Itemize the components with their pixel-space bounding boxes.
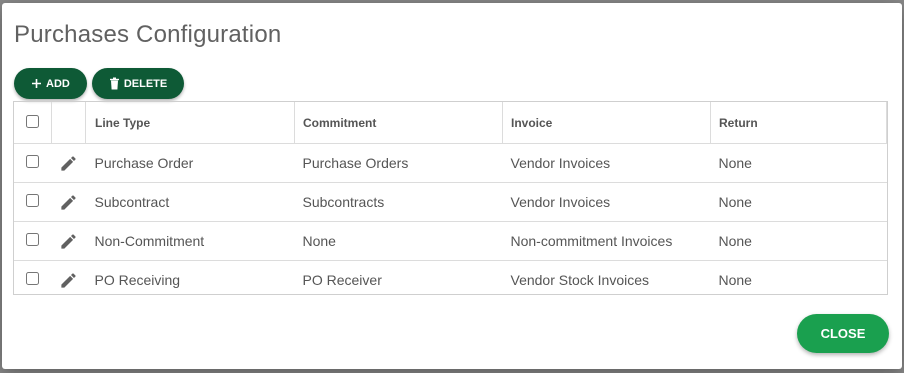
pencil-icon[interactable] (59, 154, 78, 173)
column-header-commitment[interactable]: Commitment (294, 102, 503, 144)
column-header-invoice[interactable]: Invoice (502, 102, 711, 144)
row-checkbox[interactable] (26, 194, 40, 207)
row-edit-cell (51, 143, 86, 183)
row-edit-cell (51, 182, 86, 222)
row-edit-cell (52, 261, 86, 300)
delete-button-label: DELETE (123, 77, 168, 90)
toolbar: ADD DELETE (14, 68, 185, 99)
pencil-icon[interactable] (59, 271, 78, 290)
purchases-configuration-dialog: Purchases Configuration ADD DELETE Line … (2, 3, 902, 369)
line-types-table: Line Type Commitment Invoice Return Purc… (14, 102, 887, 299)
add-button[interactable]: ADD (14, 68, 87, 99)
add-button-label: ADD (46, 77, 70, 90)
cell-line-type: PO Receiving (94, 272, 181, 288)
table-row: PO Receiving PO Receiver Vendor Stock In… (14, 261, 887, 300)
cell-return: None (710, 143, 887, 183)
row-edit-cell (51, 221, 86, 261)
edit-column-header (51, 102, 86, 144)
close-button[interactable]: CLOSE (797, 314, 889, 353)
cell-return: None (710, 221, 887, 261)
pencil-icon[interactable] (59, 232, 78, 251)
select-all-cell (14, 102, 52, 144)
row-select-cell (14, 221, 52, 261)
row-checkbox[interactable] (26, 233, 40, 246)
column-header-return[interactable]: Return (710, 102, 887, 144)
cell-commitment: Subcontracts (294, 182, 503, 222)
cell-commitment: Purchase Orders (294, 143, 503, 183)
row-checkbox[interactable] (26, 272, 40, 285)
column-header-line-type[interactable]: Line Type (85, 102, 295, 144)
cell-line-type: Subcontract (85, 182, 295, 222)
table-row: Non-Commitment None Non-commitment Invoi… (14, 221, 887, 261)
table-row: Subcontract Subcontracts Vendor Invoices… (14, 182, 887, 222)
select-all-checkbox[interactable] (26, 114, 39, 128)
cell-return: None (710, 182, 887, 222)
cell-return: None (718, 272, 752, 288)
pencil-icon[interactable] (59, 193, 78, 212)
row-select-cell (14, 261, 52, 300)
row-checkbox[interactable] (26, 155, 40, 168)
row-select-cell (14, 182, 52, 222)
cell-invoice: Vendor Invoices (502, 182, 711, 222)
line-types-grid: Line Type Commitment Invoice Return Purc… (13, 101, 888, 295)
trash-icon (109, 77, 120, 90)
cell-commitment: None (294, 221, 503, 261)
delete-button[interactable]: DELETE (91, 68, 185, 99)
table-row: Purchase Order Purchase Orders Vendor In… (14, 143, 887, 183)
cell-invoice: Non-commitment Invoices (502, 221, 711, 261)
dialog-title: Purchases Configuration (14, 21, 282, 48)
plus-icon (31, 78, 42, 89)
cell-commitment: PO Receiver (302, 272, 382, 288)
cell-line-type: Non-Commitment (85, 221, 295, 261)
row-select-cell (14, 143, 52, 183)
cell-invoice: Vendor Stock Invoices (510, 272, 650, 288)
cell-invoice: Vendor Invoices (502, 143, 711, 183)
cell-line-type: Purchase Order (85, 143, 295, 183)
table-header-row: Line Type Commitment Invoice Return (14, 102, 887, 144)
